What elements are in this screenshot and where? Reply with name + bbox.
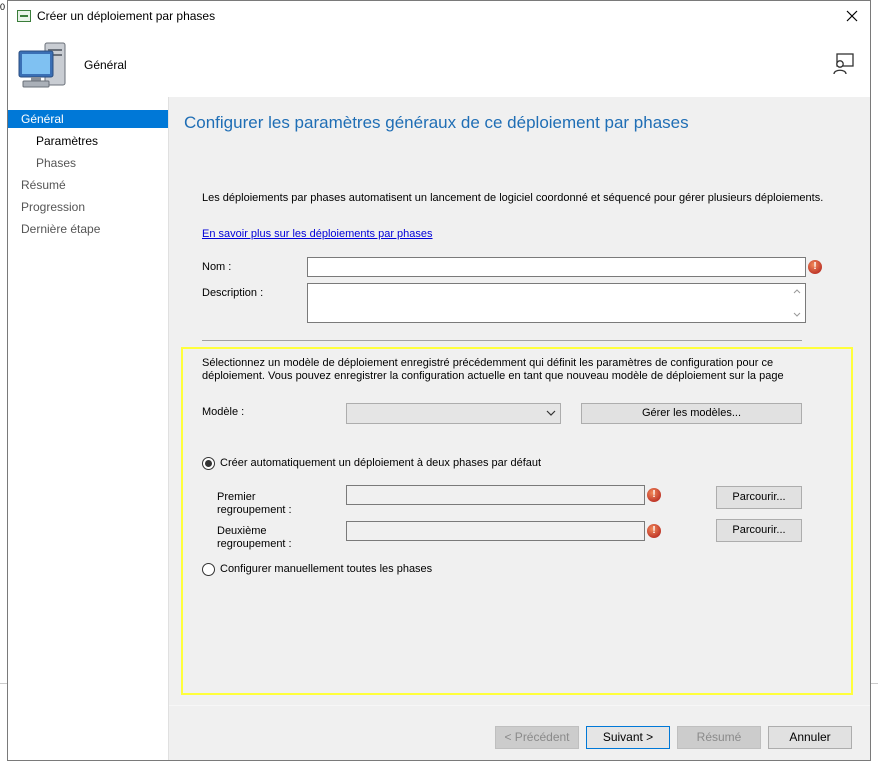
summary-button[interactable]: Résumé <box>677 726 761 749</box>
close-icon <box>846 10 858 22</box>
footer-divider <box>169 705 870 706</box>
wizard-sidebar: Général Paramètres Phases Résumé Progres… <box>8 97 169 760</box>
radio-manual-phases[interactable] <box>202 563 215 576</box>
second-collection-field[interactable] <box>347 522 644 540</box>
radio-auto-two-phase-label[interactable]: Créer automatiquement un déploiement à d… <box>220 457 541 469</box>
page-title: Configurer les paramètres généraux de ce… <box>184 113 689 132</box>
sidebar-item-label: Paramètres <box>36 134 99 148</box>
name-field-box <box>307 257 806 277</box>
error-icon: ! <box>647 524 661 538</box>
description-field[interactable] <box>308 284 805 322</box>
wizard-app-icon <box>17 10 31 22</box>
sidebar-item-label: Résumé <box>21 178 66 192</box>
window-title: Créer un déploiement par phases <box>37 9 216 23</box>
sidebar-item-parameters[interactable]: Paramètres <box>8 132 168 150</box>
background-edge: 0 <box>0 0 7 769</box>
next-button[interactable]: Suivant > <box>586 726 670 749</box>
close-button[interactable] <box>834 1 870 31</box>
wizard-window: Créer un déploiement par phases Général <box>7 0 871 761</box>
title-bar: Créer un déploiement par phases <box>8 1 870 31</box>
edge-line <box>0 683 7 684</box>
cancel-button[interactable]: Annuler <box>768 726 852 749</box>
manage-templates-button[interactable]: Gérer les modèles... <box>581 403 802 424</box>
page-description: Les déploiements par phases automatisent… <box>202 192 824 204</box>
radio-manual-phases-label[interactable]: Configurer manuellement toutes les phase… <box>220 563 432 575</box>
wizard-header: Général <box>8 31 870 97</box>
sidebar-item-summary[interactable]: Résumé <box>8 176 168 194</box>
header-title: Général <box>84 58 127 72</box>
browse-second-collection-button[interactable]: Parcourir... <box>716 519 802 542</box>
name-label: Nom : <box>202 261 232 273</box>
section-divider <box>202 340 802 341</box>
first-collection-label-line1: Premier <box>217 491 256 503</box>
first-collection-field-box <box>346 485 645 505</box>
first-collection-label-line2: regroupement : <box>217 504 292 516</box>
error-icon: ! <box>808 260 822 274</box>
sidebar-item-label: Général <box>21 112 64 126</box>
name-field[interactable] <box>308 258 805 276</box>
wizard-content: Configurer les paramètres généraux de ce… <box>169 97 870 760</box>
sidebar-item-general[interactable]: Général <box>8 110 168 128</box>
computer-icon <box>18 42 66 88</box>
first-collection-field[interactable] <box>347 486 644 504</box>
description-label: Description : <box>202 287 264 299</box>
edge-mark: 0 <box>0 2 6 12</box>
learn-more-link[interactable]: En savoir plus sur les déploiements par … <box>202 228 433 240</box>
description-field-box <box>307 283 806 323</box>
edge-line <box>871 683 878 684</box>
browse-first-collection-button[interactable]: Parcourir... <box>716 486 802 509</box>
template-instructions: Sélectionnez un modèle de déploiement en… <box>202 357 784 382</box>
second-collection-field-box <box>346 521 645 541</box>
sidebar-item-label: Phases <box>36 156 77 170</box>
sidebar-item-label: Dernière étape <box>21 222 101 236</box>
scroll-arrows-icon[interactable] <box>791 286 803 320</box>
second-collection-label-line1: Deuxième <box>217 525 267 537</box>
chevron-down-icon <box>546 410 556 416</box>
radio-auto-two-phase[interactable] <box>202 457 215 470</box>
sidebar-item-phases[interactable]: Phases <box>8 154 168 172</box>
sidebar-item-completion[interactable]: Dernière étape <box>8 220 168 238</box>
template-label: Modèle : <box>202 406 245 418</box>
sidebar-item-label: Progression <box>21 200 86 214</box>
second-collection-label-line2: regroupement : <box>217 538 292 550</box>
previous-button[interactable]: < Précédent <box>495 726 579 749</box>
help-person-icon[interactable] <box>832 53 854 75</box>
template-dropdown[interactable] <box>346 403 561 424</box>
sidebar-item-progress[interactable]: Progression <box>8 198 168 216</box>
error-icon: ! <box>647 488 661 502</box>
